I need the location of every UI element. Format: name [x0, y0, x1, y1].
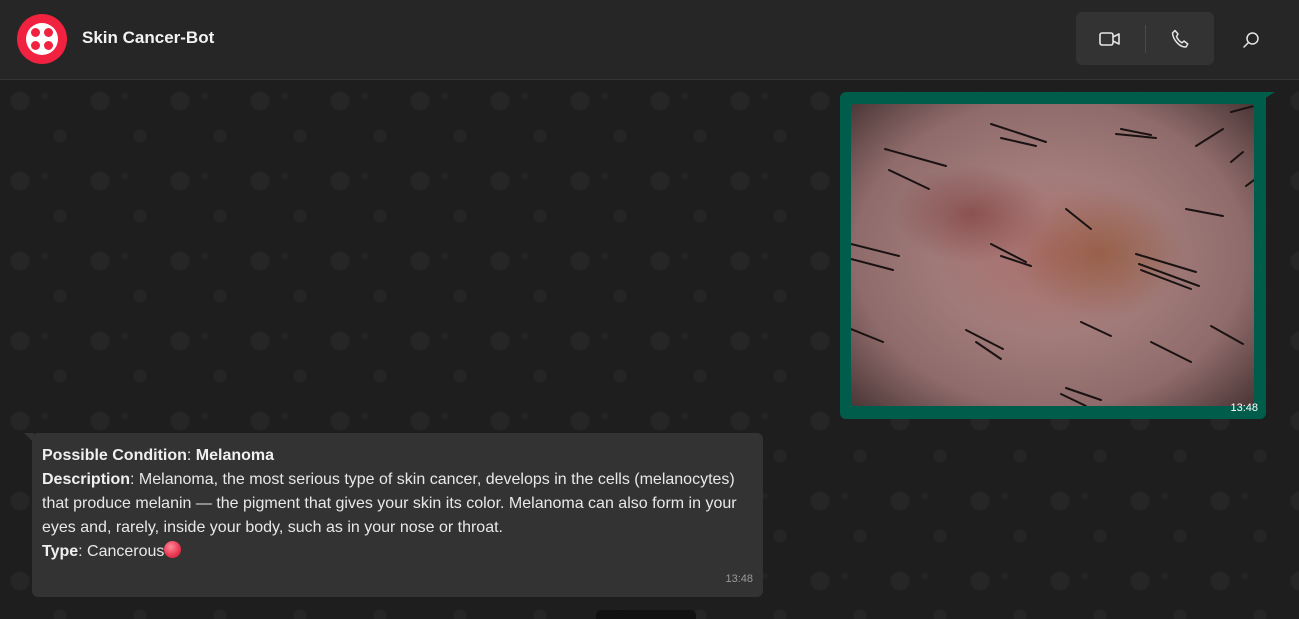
- type-value: Cancerous: [87, 543, 165, 560]
- message-time: 13:48: [1230, 402, 1258, 414]
- description-label: Description: [42, 471, 131, 488]
- twilio-logo-icon: [26, 23, 58, 55]
- dermoscopy-image[interactable]: [851, 104, 1254, 406]
- description-text: Melanoma, the most serious type of skin …: [42, 471, 737, 536]
- type-line: Type: Cancerous: [42, 540, 753, 564]
- phone-icon: [1171, 29, 1189, 48]
- search-icon: [1243, 32, 1259, 48]
- search-button[interactable]: [1236, 25, 1266, 55]
- condition-value: Melanoma: [195, 447, 275, 464]
- outgoing-image-message[interactable]: 13:48: [840, 92, 1266, 419]
- message-time: 13:48: [725, 573, 753, 585]
- video-camera-icon: [1099, 31, 1121, 46]
- condition-separator: :: [186, 447, 196, 464]
- video-call-button[interactable]: [1076, 12, 1145, 65]
- description-separator: :: [130, 471, 139, 488]
- chat-header: Skin Cancer-Bot: [0, 0, 1299, 80]
- chat-area[interactable]: 13:48 Possible Condition: Melanoma Descr…: [0, 81, 1299, 619]
- type-label: Type: [42, 543, 79, 560]
- voice-call-button[interactable]: [1146, 12, 1215, 65]
- red-circle-icon: [164, 541, 182, 558]
- scroll-to-bottom-tab[interactable]: [596, 610, 696, 619]
- chat-title[interactable]: Skin Cancer-Bot: [82, 28, 214, 48]
- condition-line: Possible Condition: Melanoma: [42, 444, 753, 468]
- incoming-text-message[interactable]: Possible Condition: Melanoma Description…: [32, 433, 763, 597]
- condition-label: Possible Condition: [42, 447, 187, 464]
- call-button-group: [1076, 12, 1214, 65]
- hair-strands: [851, 105, 1254, 406]
- type-separator: :: [78, 543, 88, 560]
- avatar[interactable]: [17, 14, 67, 64]
- description-line: Description: Melanoma, the most serious …: [42, 468, 753, 540]
